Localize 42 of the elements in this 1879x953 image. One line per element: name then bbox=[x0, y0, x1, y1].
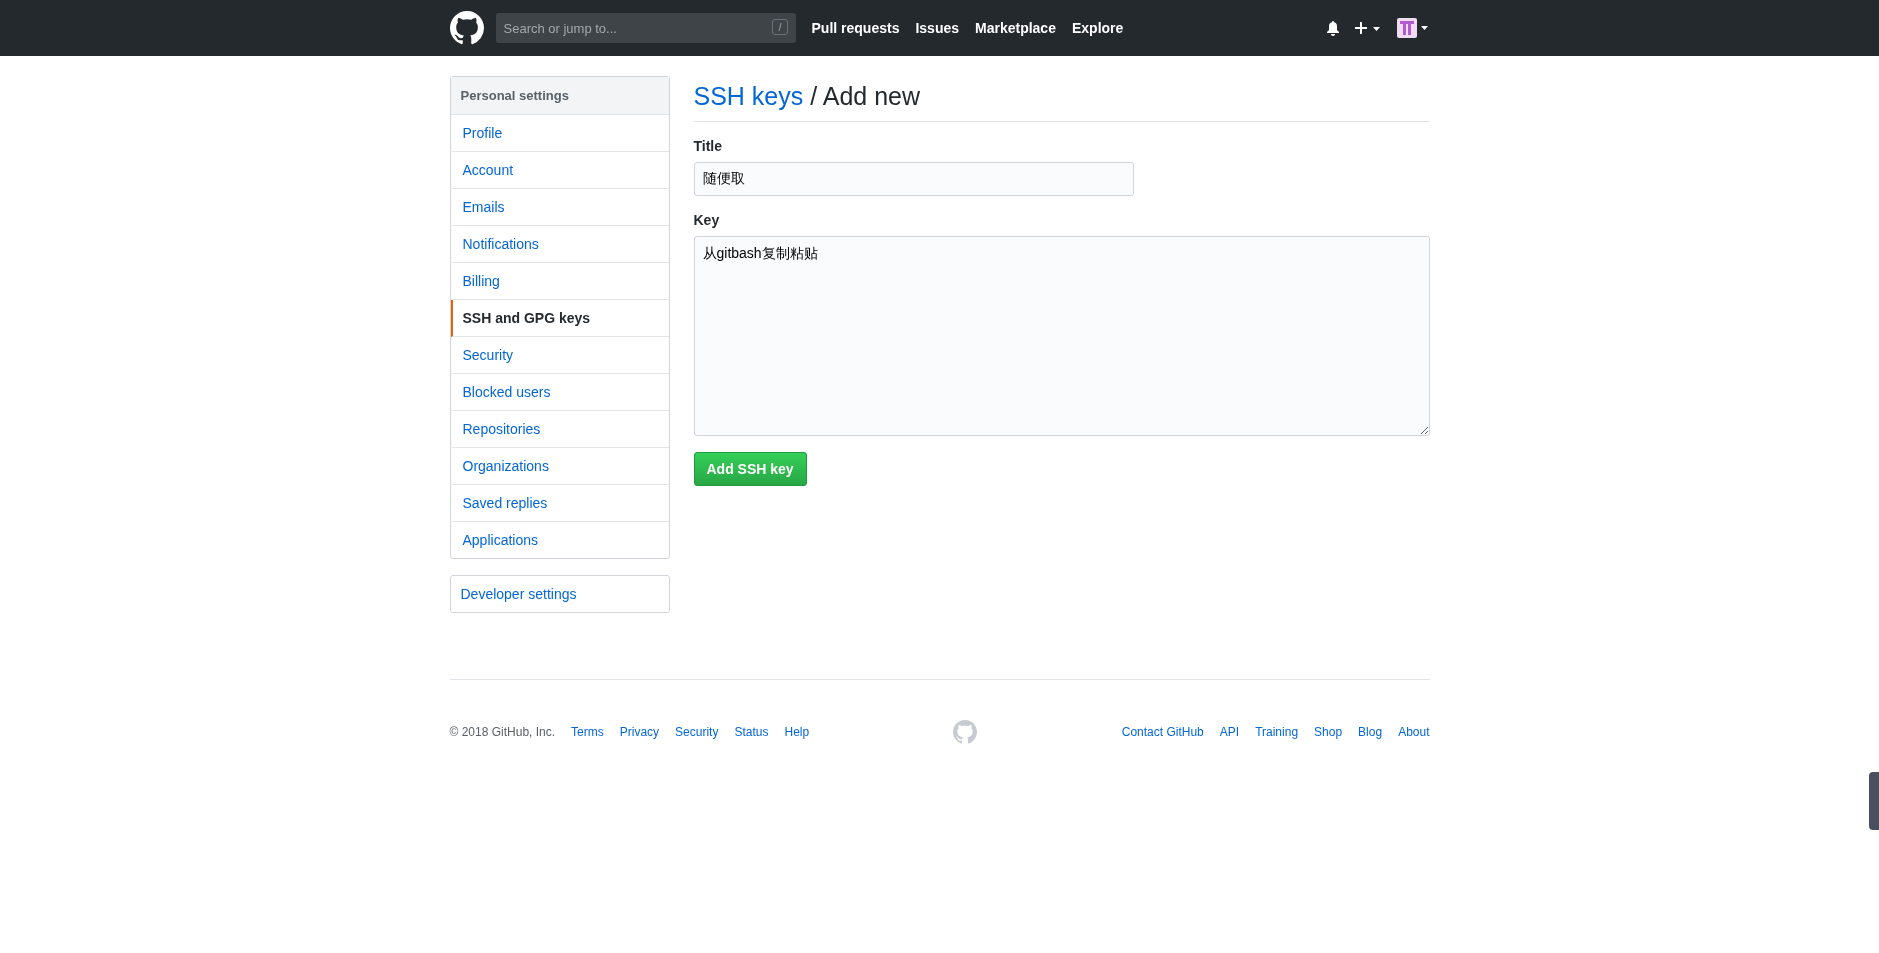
menu-item[interactable]: Security bbox=[450, 337, 669, 374]
menu-item[interactable]: Saved replies bbox=[450, 485, 669, 522]
footer-link[interactable]: Status bbox=[734, 725, 769, 739]
menu-item[interactable]: Blocked users bbox=[450, 374, 669, 411]
footer-link[interactable]: Training bbox=[1255, 725, 1299, 739]
footer-link[interactable]: Terms bbox=[571, 725, 604, 739]
avatar-dropdown-icon[interactable] bbox=[1395, 17, 1430, 39]
footer-link[interactable]: About bbox=[1398, 725, 1430, 739]
menu-item[interactable]: Account bbox=[450, 152, 669, 189]
key-textarea-field[interactable]: 从gitbash复制粘贴 bbox=[693, 236, 1430, 436]
menu-item[interactable]: Notifications bbox=[450, 226, 669, 263]
nav-link[interactable]: Marketplace bbox=[975, 20, 1056, 36]
menu-item[interactable]: SSH and GPG keys bbox=[450, 300, 669, 337]
menu-item[interactable]: Applications bbox=[450, 522, 669, 558]
footer-link[interactable]: Contact GitHub bbox=[1121, 725, 1204, 739]
nav-link[interactable]: Explore bbox=[1071, 20, 1124, 36]
footer-link[interactable]: Shop bbox=[1314, 725, 1343, 739]
meter-widget-icon bbox=[1869, 772, 1879, 830]
footer-link[interactable]: Help bbox=[784, 725, 810, 739]
breadcrumb-link[interactable]: SSH keys bbox=[693, 82, 804, 110]
menu-item[interactable]: Emails bbox=[450, 189, 669, 226]
menu-item[interactable]: Profile bbox=[450, 115, 669, 152]
bell-icon[interactable] bbox=[1325, 20, 1340, 36]
footer-link[interactable]: Privacy bbox=[619, 725, 660, 739]
plus-dropdown-icon[interactable] bbox=[1353, 20, 1382, 36]
nav-link[interactable]: Issues bbox=[915, 20, 959, 36]
field-label: Title bbox=[693, 138, 724, 154]
menu-item[interactable]: Billing bbox=[450, 263, 669, 300]
footer-link[interactable]: API bbox=[1219, 725, 1240, 739]
nav-link[interactable]: Pull requests bbox=[811, 20, 900, 36]
field-label: Key bbox=[693, 212, 721, 228]
menu-item[interactable]: Organizations bbox=[450, 448, 669, 485]
copyright-text: © 2018 GitHub, Inc. bbox=[449, 725, 556, 739]
title-input-field[interactable]: 随便取 bbox=[693, 162, 1134, 196]
shortcut-key: / bbox=[772, 19, 788, 35]
developer-settings-item[interactable]: Developer settings bbox=[449, 575, 670, 613]
page-title: / Add new bbox=[810, 82, 921, 110]
footer-link[interactable]: Blog bbox=[1358, 725, 1383, 739]
menu-heading: Personal settings bbox=[450, 77, 669, 115]
menu-item[interactable]: Repositories bbox=[450, 411, 669, 448]
footer-link[interactable]: Security bbox=[675, 725, 719, 739]
octocat-logo-icon[interactable] bbox=[449, 11, 484, 45]
